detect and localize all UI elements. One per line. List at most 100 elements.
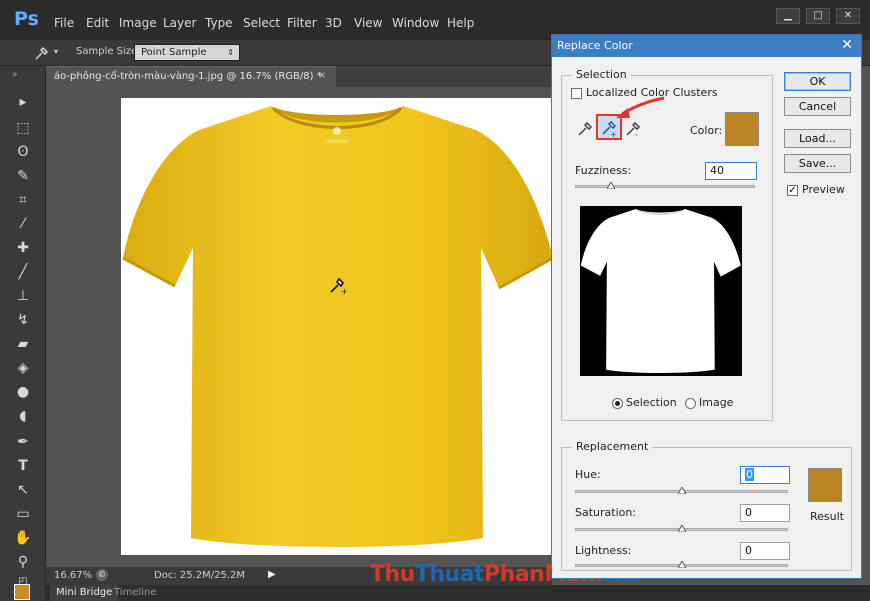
hand-tool-icon[interactable]: ✋ bbox=[13, 528, 33, 548]
menu-window[interactable]: Window bbox=[392, 16, 439, 30]
window-controls: ▁ □ ✕ bbox=[776, 8, 860, 24]
status-info-icon[interactable]: © bbox=[96, 569, 108, 581]
eyedropper-icon[interactable]: ⁄ bbox=[13, 214, 33, 234]
color-label: Color: bbox=[690, 124, 723, 137]
image-radio-label: Image bbox=[699, 396, 734, 409]
hue-input[interactable]: 0 bbox=[740, 466, 790, 484]
menu-file[interactable]: File bbox=[54, 16, 74, 30]
selection-group-title: Selection bbox=[572, 68, 631, 81]
foreground-color-swatch[interactable] bbox=[14, 584, 30, 600]
replacement-group: Replacement Hue: 0 Saturation: 0 Lightne… bbox=[561, 440, 852, 571]
zoom-level[interactable]: 16.67% bbox=[54, 570, 92, 581]
status-menu-arrow-icon[interactable]: ▶ bbox=[268, 569, 276, 580]
menu-edit[interactable]: Edit bbox=[86, 16, 109, 30]
bottom-panel-tabs: Mini Bridge Timeline bbox=[46, 585, 870, 601]
tab-mini-bridge[interactable]: Mini Bridge bbox=[50, 585, 119, 601]
svg-text:+: + bbox=[341, 287, 348, 296]
saturation-input[interactable]: 0 bbox=[740, 504, 790, 522]
sample-size-label: Sample Size: bbox=[76, 46, 141, 57]
doc-size: Doc: 25.2M/25.2M bbox=[154, 570, 246, 581]
sample-size-value: Point Sample bbox=[141, 47, 207, 58]
fuzziness-slider[interactable] bbox=[575, 185, 755, 188]
selection-radio[interactable] bbox=[612, 398, 623, 409]
lightness-label: Lightness: bbox=[575, 544, 632, 557]
ok-button[interactable]: OK bbox=[784, 72, 851, 91]
hue-label: Hue: bbox=[575, 468, 601, 481]
paint-bucket-tool-icon[interactable]: ◈ bbox=[13, 358, 33, 378]
brush-tool-icon[interactable]: ╱ bbox=[13, 262, 33, 282]
lasso-tool-icon[interactable]: ʘ bbox=[13, 142, 33, 162]
pen-tool-icon[interactable]: ✒ bbox=[13, 432, 33, 452]
fuzziness-slider-thumb[interactable] bbox=[607, 182, 615, 189]
saturation-slider-thumb[interactable] bbox=[678, 525, 686, 532]
hue-value: 0 bbox=[745, 468, 754, 481]
path-selection-tool-icon[interactable]: ↖ bbox=[13, 480, 33, 500]
menu-view[interactable]: View bbox=[354, 16, 382, 30]
svg-text:+: + bbox=[610, 130, 617, 137]
minimize-button[interactable]: ▁ bbox=[776, 8, 800, 24]
document-tab[interactable]: áo-phông-cổ-tròn-màu-vàng-1.jpg @ 16.7% … bbox=[46, 66, 336, 87]
close-tab-icon[interactable]: × bbox=[318, 70, 326, 81]
selection-radio-label: Selection bbox=[626, 396, 677, 409]
brand-logo-icon bbox=[333, 127, 341, 135]
quick-selection-tool-icon[interactable]: ✎ bbox=[13, 166, 33, 186]
cancel-button[interactable]: Cancel bbox=[784, 97, 851, 116]
close-window-button[interactable]: ✕ bbox=[836, 8, 860, 24]
eyedropper-tool-icon[interactable] bbox=[32, 45, 50, 61]
hue-slider-thumb[interactable] bbox=[678, 487, 686, 494]
collapse-panel-icon[interactable]: » bbox=[12, 70, 18, 80]
save-button[interactable]: Save... bbox=[784, 154, 851, 173]
menu-image[interactable]: Image bbox=[119, 16, 157, 30]
marquee-tool-icon[interactable]: ⬚ bbox=[13, 118, 33, 138]
eyedropper-subtract-icon[interactable]: - bbox=[624, 120, 642, 138]
menu-select[interactable]: Select bbox=[243, 16, 280, 30]
maximize-button[interactable]: □ bbox=[806, 8, 830, 24]
dialog-close-icon[interactable]: ✕ bbox=[841, 37, 853, 53]
sample-size-select[interactable]: Point Sample ⇕ bbox=[134, 44, 240, 61]
preview-checkbox[interactable]: ✓ bbox=[787, 185, 798, 196]
healing-brush-tool-icon[interactable]: ✚ bbox=[13, 238, 33, 258]
dialog-titlebar[interactable]: Replace Color ✕ bbox=[552, 35, 861, 57]
red-arrow-annotation-icon bbox=[616, 96, 665, 118]
blur-tool-icon[interactable]: ● bbox=[13, 382, 33, 402]
select-arrows-icon: ⇕ bbox=[227, 48, 234, 57]
lightness-input[interactable]: 0 bbox=[740, 542, 790, 560]
crop-tool-icon[interactable]: ⌗ bbox=[13, 190, 33, 210]
tools-panel: » ▸ ⬚ ʘ ✎ ⌗ ⁄ ✚ ╱ ⊥ ↯ ▰ ◈ ● ◖ ✒ T ↖ ▭ ✋ … bbox=[0, 66, 46, 601]
dodge-tool-icon[interactable]: ◖ bbox=[13, 406, 33, 426]
load-button[interactable]: Load... bbox=[784, 129, 851, 148]
fuzziness-input[interactable]: 40 bbox=[705, 162, 757, 180]
menu-filter[interactable]: Filter bbox=[287, 16, 317, 30]
menu-help[interactable]: Help bbox=[447, 16, 474, 30]
selection-group: Selection Localized Color Clusters + - C… bbox=[561, 68, 773, 421]
fuzziness-label: Fuzziness: bbox=[575, 164, 632, 177]
clone-stamp-tool-icon[interactable]: ⊥ bbox=[13, 286, 33, 306]
rectangle-tool-icon[interactable]: ▭ bbox=[13, 504, 33, 524]
replacement-group-title: Replacement bbox=[572, 440, 653, 453]
eraser-tool-icon[interactable]: ▰ bbox=[13, 334, 33, 354]
history-brush-tool-icon[interactable]: ↯ bbox=[13, 310, 33, 330]
menu-type[interactable]: Type bbox=[205, 16, 233, 30]
document-canvas[interactable]: GENEZIANO + bbox=[121, 98, 556, 555]
selection-color-swatch[interactable] bbox=[725, 112, 759, 146]
tab-timeline[interactable]: Timeline bbox=[114, 587, 157, 598]
tshirt-image: GENEZIANO + bbox=[122, 106, 554, 547]
result-color-swatch[interactable] bbox=[808, 468, 842, 502]
menu-layer[interactable]: Layer bbox=[163, 16, 196, 30]
tool-preset-arrow-icon[interactable]: ▾ bbox=[54, 47, 58, 56]
preview-label: Preview bbox=[802, 183, 845, 196]
result-label: Result bbox=[810, 510, 844, 523]
move-tool-icon[interactable]: ▸ bbox=[13, 92, 33, 112]
eyedropper-sample-icon[interactable] bbox=[576, 120, 594, 138]
dialog-title: Replace Color bbox=[557, 39, 633, 52]
selection-mask-preview bbox=[580, 206, 742, 376]
eyedropper-add-icon[interactable]: + bbox=[600, 119, 618, 137]
type-tool-icon[interactable]: T bbox=[13, 456, 33, 476]
localized-color-clusters-checkbox[interactable] bbox=[571, 88, 582, 99]
zoom-tool-icon[interactable]: ⚲ bbox=[13, 552, 33, 572]
tshirt-shape bbox=[123, 106, 553, 547]
svg-text:-: - bbox=[635, 130, 638, 138]
lightness-slider-thumb[interactable] bbox=[678, 561, 686, 568]
menu-3d[interactable]: 3D bbox=[325, 16, 342, 30]
image-radio[interactable] bbox=[685, 398, 696, 409]
